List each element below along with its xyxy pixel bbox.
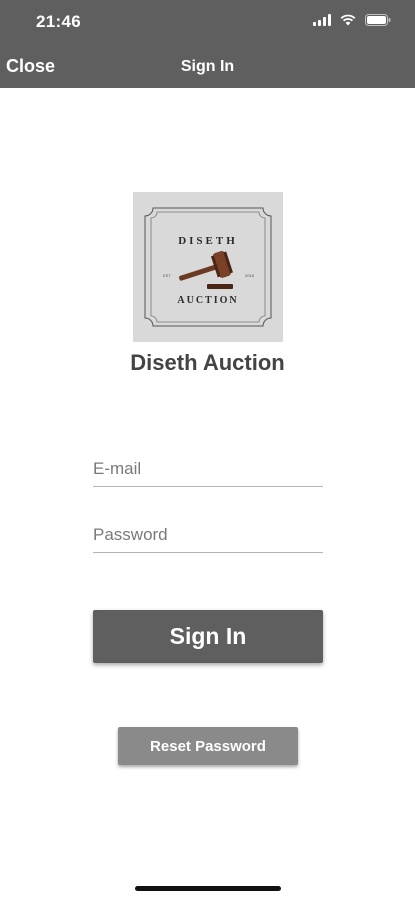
email-field[interactable]: [93, 452, 323, 487]
top-bar: 21:46 Close Sign In: [0, 0, 415, 88]
logo-text-bottom: AUCTION: [177, 295, 238, 306]
status-time: 21:46: [36, 12, 81, 31]
password-field[interactable]: [93, 518, 323, 553]
sign-in-button[interactable]: Sign In: [93, 610, 323, 663]
reset-password-button[interactable]: Reset Password: [118, 727, 298, 765]
app-logo: DISETH AUCTION EST 2018: [133, 192, 283, 342]
cellular-signal-icon: [313, 14, 331, 26]
page-title: Sign In: [180, 58, 235, 75]
battery-icon: [365, 14, 391, 26]
logo-small-right: 2018: [245, 273, 255, 278]
app-name: Diseth Auction: [130, 350, 285, 375]
logo-small-left: EST: [163, 273, 171, 278]
home-indicator: [135, 886, 281, 891]
wifi-icon: [340, 14, 356, 26]
status-icons: [313, 14, 391, 26]
gavel-logo-icon: DISETH AUCTION EST 2018: [144, 207, 272, 327]
logo-text-top: DISETH: [178, 235, 238, 247]
